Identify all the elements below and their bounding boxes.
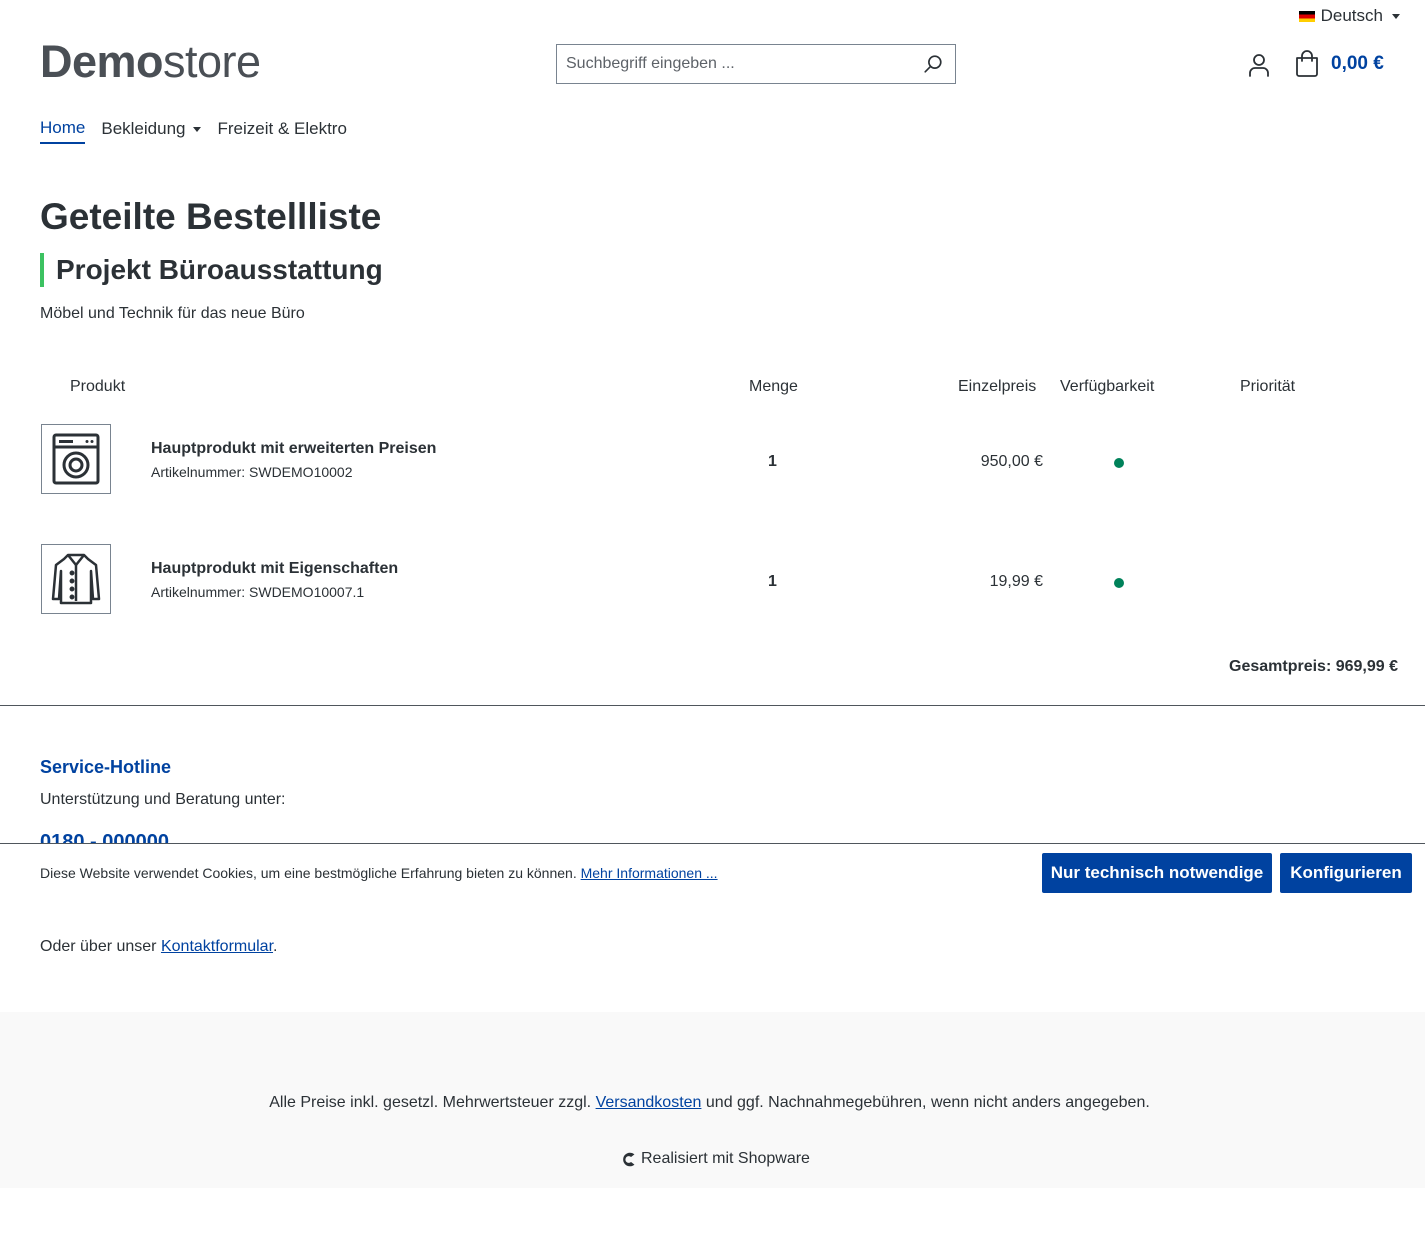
jacket-icon [51, 553, 101, 605]
list-name: Projekt Büroausstattung [40, 253, 383, 287]
product-thumbnail[interactable] [41, 544, 111, 614]
cookie-more-info-link[interactable]: Mehr Informationen ... [581, 865, 718, 881]
vat-suffix: und ggf. Nachnahmegebühren, wenn nicht a… [705, 1094, 1150, 1111]
cookie-text: Diese Website verwendet Cookies, um eine… [40, 865, 718, 881]
user-icon [1249, 54, 1269, 77]
service-hotline-text: Unterstützung und Beratung unter: [40, 791, 286, 808]
column-header-availability: Verfügbarkeit [1060, 378, 1155, 395]
powered-by[interactable]: Realisiert mit Shopware [620, 1150, 810, 1168]
language-selector[interactable]: Deutsch [1298, 6, 1400, 26]
chevron-down-icon [1392, 13, 1400, 19]
product-name[interactable]: Hauptprodukt mit erweiterten Preisen [151, 440, 436, 458]
column-header-quantity: Menge [749, 378, 798, 395]
cookie-message: Diese Website verwendet Cookies, um eine… [40, 865, 577, 881]
search-bar [556, 44, 956, 84]
shopping-bag-icon [1296, 50, 1318, 77]
cookie-necessary-button[interactable]: Nur technisch notwendige [1042, 853, 1272, 893]
vat-notice: Alle Preise inkl. gesetzl. Mehrwertsteue… [0, 1094, 1425, 1112]
vat-prefix: Alle Preise inkl. gesetzl. Mehrwertsteue… [269, 1094, 592, 1111]
store-logo[interactable]: Demostore [40, 36, 261, 88]
search-icon [924, 55, 942, 73]
nav-item-freizeit-elektro[interactable]: Freizeit & Elektro [217, 118, 346, 144]
nav-label: Freizeit & Elektro [217, 119, 347, 138]
availability-indicator [1114, 458, 1124, 468]
product-quantity: 1 [768, 453, 777, 470]
order-total: Gesamtpreis: 969,99 € [1229, 658, 1398, 675]
product-number: Artikelnummer: SWDEMO10002 [151, 464, 353, 480]
contact-prefix: Oder über unser [40, 938, 157, 955]
logo-bold-text: Demo [40, 36, 164, 87]
list-description: Möbel und Technik für das neue Büro [40, 305, 305, 322]
product-unit-price: 19,99 € [989, 573, 1043, 590]
product-name[interactable]: Hauptprodukt mit Eigenschaften [151, 560, 398, 578]
table-row: Hauptprodukt mit erweiterten Preisen Art… [41, 424, 1401, 494]
contact-line: Oder über unser Kontaktformular. [40, 938, 277, 956]
cookie-configure-button[interactable]: Konfigurieren [1280, 853, 1412, 893]
footer-divider [0, 705, 1425, 706]
account-button[interactable] [1246, 52, 1272, 78]
page-title: Geteilte Bestellliste [40, 196, 382, 237]
german-flag-icon [1298, 10, 1315, 22]
column-header-priority: Priorität [1240, 378, 1296, 395]
nav-item-bekleidung[interactable]: Bekleidung [101, 118, 202, 144]
language-label: Deutsch [1320, 6, 1383, 25]
footer: Alle Preise inkl. gesetzl. Mehrwertsteue… [0, 1012, 1425, 1188]
contact-suffix: . [273, 938, 278, 955]
cart-total: 0,00 € [1331, 53, 1384, 74]
powered-by-text: Realisiert mit Shopware [641, 1150, 810, 1167]
column-header-unit-price: Einzelpreis [958, 378, 1037, 395]
availability-indicator [1114, 578, 1124, 588]
service-hotline-title: Service-Hotline [40, 757, 172, 777]
product-thumbnail[interactable] [41, 424, 111, 494]
nav-label: Home [40, 118, 86, 137]
chevron-down-icon [193, 126, 202, 132]
shopware-logo-icon [623, 1152, 635, 1166]
product-quantity: 1 [768, 573, 777, 590]
logo-light-text: store [163, 36, 261, 87]
contact-form-link[interactable]: Kontaktformular [161, 938, 273, 955]
nav-label: Bekleidung [101, 119, 186, 138]
column-header-product: Produkt [70, 378, 126, 395]
search-input[interactable] [557, 45, 911, 83]
nav-item-home[interactable]: Home [40, 118, 86, 144]
table-row: Hauptprodukt mit Eigenschaften Artikelnu… [41, 544, 1401, 614]
search-button[interactable] [911, 45, 955, 83]
service-hotline-phone[interactable]: 0180 - 000000 [40, 828, 169, 843]
shipping-costs-link[interactable]: Versandkosten [596, 1094, 702, 1111]
product-unit-price: 950,00 € [980, 453, 1043, 470]
product-number: Artikelnummer: SWDEMO10007.1 [151, 584, 365, 600]
cart-button[interactable]: 0,00 € [1294, 50, 1384, 78]
main-navigation: Home Bekleidung Freizeit & Elektro [40, 118, 347, 144]
washing-machine-icon [52, 433, 100, 485]
cookie-banner: Diese Website verwendet Cookies, um eine… [0, 843, 1425, 901]
